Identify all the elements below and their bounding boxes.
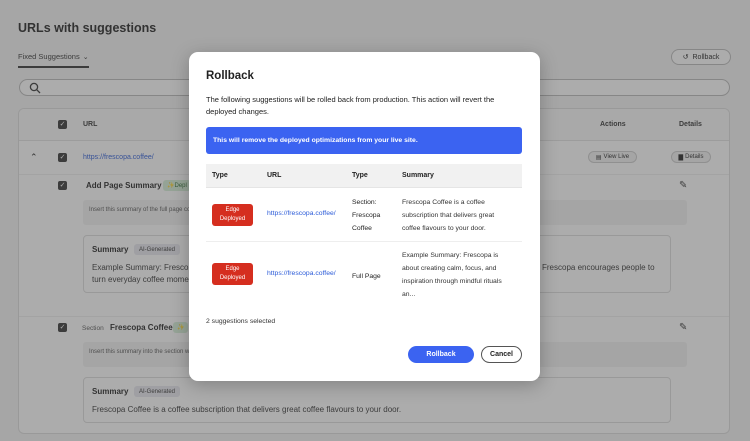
badge-line-1: Edge (225, 207, 240, 213)
rollback-table: Type URL Type Summary Edge Deployed http… (206, 164, 522, 306)
header-type-2: Type (352, 172, 368, 179)
header-type: Type (212, 172, 228, 179)
badge-line-1: Edge (225, 266, 240, 272)
summary-line-3: inspiration through mindful rituals (402, 278, 502, 285)
row-summary: Frescopa Coffee is a coffee subscription… (402, 196, 514, 235)
row-type: Section: Frescopa Coffee (352, 196, 380, 235)
row-url-link[interactable]: https://frescopa.coffee/ (267, 270, 336, 277)
rollback-dialog: Rollback The following suggestions will … (189, 52, 540, 381)
row-type: Full Page (352, 270, 381, 283)
summary-line-2: subscription that delivers great (402, 212, 495, 219)
summary-line-1: Example Summary: Frescopa is (402, 252, 499, 259)
edge-deployed-badge: Edge Deployed (212, 204, 253, 226)
summary-line-2: about creating calm, focus, and (402, 265, 497, 272)
type-line-3: Coffee (352, 225, 372, 232)
row-url-link[interactable]: https://frescopa.coffee/ (267, 210, 336, 217)
summary-line-3: coffee flavours to your door. (402, 225, 486, 232)
table-row: Edge Deployed https://frescopa.coffee/ F… (206, 242, 522, 306)
table-row: Edge Deployed https://frescopa.coffee/ S… (206, 188, 522, 242)
cancel-button[interactable]: Cancel (481, 346, 522, 363)
type-line-2: Frescopa (352, 212, 381, 219)
rollback-table-header: Type URL Type Summary (206, 164, 522, 188)
confirm-rollback-button[interactable]: Rollback (408, 346, 474, 363)
dialog-title: Rollback (206, 70, 254, 82)
info-banner: This will remove the deployed optimizati… (206, 127, 522, 154)
edge-deployed-badge: Edge Deployed (212, 263, 253, 285)
type-line-1: Section: (352, 199, 377, 206)
badge-line-2: Deployed (219, 216, 246, 222)
header-summary: Summary (402, 172, 434, 179)
selected-count: 2 suggestions selected (206, 318, 276, 325)
summary-line-4: an... (402, 291, 416, 298)
badge-line-2: Deployed (219, 275, 246, 281)
header-url: URL (267, 172, 282, 179)
dialog-description: The following suggestions will be rolled… (206, 95, 495, 116)
row-summary: Example Summary: Frescopa is about creat… (402, 249, 514, 301)
summary-line-1: Frescopa Coffee is a coffee (402, 199, 485, 206)
type-line-1: Full Page (352, 273, 381, 280)
